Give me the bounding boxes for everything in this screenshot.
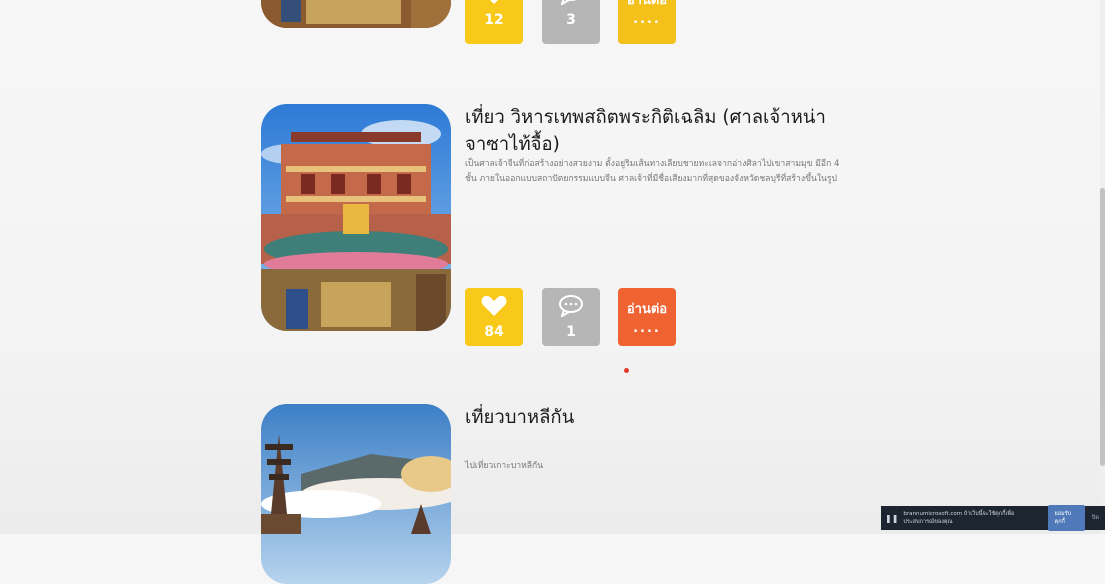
- like-count: 84: [484, 323, 504, 340]
- read-more-dots: ....: [633, 12, 661, 27]
- comment-button[interactable]: 3: [542, 0, 600, 44]
- read-more-label: อ่านต่อ: [626, 302, 668, 317]
- accept-cookies-button[interactable]: ยอมรับคุกกี้: [1047, 505, 1085, 531]
- cookie-banner: ❚❚ brannumicrosoft.com ถ้าเว็บนี้จะใช้คุ…: [881, 505, 1105, 531]
- read-more-dots: ....: [633, 321, 661, 336]
- article-thumbnail[interactable]: [261, 104, 451, 331]
- like-button[interactable]: 12: [465, 0, 523, 44]
- carousel-indicator-dot: [624, 368, 629, 373]
- comment-button[interactable]: 1: [542, 288, 600, 346]
- heart-icon: [481, 295, 507, 321]
- article-card: 12 3 อ่านต่อ ....: [261, 0, 831, 44]
- pause-icon[interactable]: ❚❚: [885, 514, 898, 523]
- article-description: ไปเที่ยวเกาะบาหลีกัน: [465, 461, 544, 471]
- like-button[interactable]: 84: [465, 288, 523, 346]
- article-title[interactable]: เที่ยวบาหลีกัน: [465, 404, 835, 431]
- article-card: เที่ยวบาหลีกัน ไปเที่ยวเกาะบาหลีกัน: [261, 404, 831, 584]
- comment-icon: [558, 0, 584, 9]
- article-title[interactable]: เที่ยว วิหารเทพสถิตพระกิติเฉลิม (ศาลเจ้า…: [465, 104, 835, 158]
- comment-count: 3: [566, 11, 576, 28]
- comment-icon: [558, 294, 584, 321]
- heart-icon: [481, 0, 507, 9]
- article-thumbnail[interactable]: [261, 0, 451, 28]
- read-more-button[interactable]: อ่านต่อ ....: [618, 288, 676, 346]
- article-description: เป็นศาลเจ้าจีนที่ก่อสร้างอย่างสวยงาม ตั้…: [465, 159, 840, 184]
- article-card: เที่ยว วิหารเทพสถิตพระกิติเฉลิม (ศาลเจ้า…: [261, 104, 840, 348]
- cookie-banner-text: brannumicrosoft.com ถ้าเว็บนี้จะใช้คุกกี…: [903, 511, 1015, 525]
- read-more-button[interactable]: อ่านต่อ ....: [618, 0, 676, 44]
- like-count: 12: [484, 11, 504, 28]
- article-thumbnail[interactable]: [261, 404, 451, 584]
- scrollbar-thumb[interactable]: [1100, 188, 1105, 466]
- read-more-label: อ่านต่อ: [626, 0, 668, 8]
- close-cookie-banner-button[interactable]: ปิด: [1090, 514, 1105, 522]
- comment-count: 1: [566, 323, 576, 340]
